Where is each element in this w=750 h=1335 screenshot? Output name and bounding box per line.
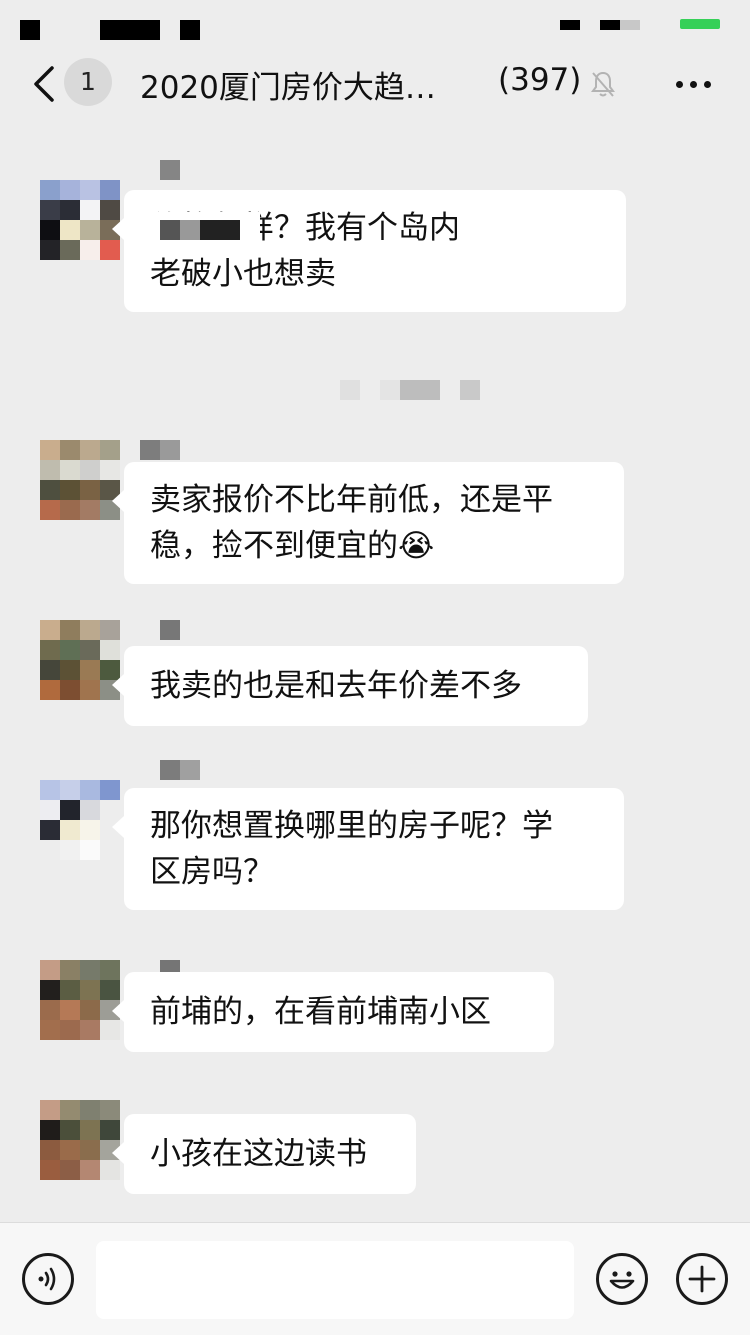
message-bubble[interactable]: 小孩在这边读书 — [112, 1114, 416, 1194]
redacted-text — [160, 220, 240, 240]
plus-icon[interactable] — [676, 1253, 728, 1305]
bell-muted-icon — [591, 71, 615, 97]
message-text: 前埔的，在看前埔南小区 — [150, 994, 491, 1030]
input-bar — [0, 1222, 750, 1335]
voice-icon[interactable] — [22, 1253, 74, 1305]
status-indicator-icon — [560, 20, 580, 30]
signal-icon — [20, 20, 40, 40]
message-bubble[interactable]: 价格怎样？我有个岛内 老破小也想卖 — [112, 190, 626, 312]
message-bubble[interactable]: 前埔的，在看前埔南小区 — [112, 972, 554, 1052]
wifi-icon — [180, 20, 200, 40]
avatar[interactable] — [40, 440, 120, 520]
chat-title[interactable]: 2020厦门房价大趋… — [140, 62, 436, 107]
message-text: 小孩在这边读书 — [150, 1136, 367, 1172]
message-bubble[interactable]: 我卖的也是和去年价差不多 — [112, 646, 588, 726]
message-bubble[interactable]: 卖家报价不比年前低，还是平 稳，捡不到便宜的😭 — [112, 462, 624, 584]
message-text: 卖家报价不比年前低，还是平 稳，捡不到便宜的😭 — [150, 482, 553, 564]
avatar[interactable] — [40, 780, 120, 860]
status-indicator-icon — [620, 20, 640, 30]
battery-icon — [680, 19, 720, 29]
avatar[interactable] — [40, 960, 120, 1040]
sender-name-redacted — [160, 760, 200, 780]
carrier-redacted — [100, 20, 160, 40]
message-text: 那你想置换哪里的房子呢？学 区房吗？ — [150, 808, 553, 890]
message-bubble[interactable]: 那你想置换哪里的房子呢？学 区房吗？ — [112, 788, 624, 910]
sender-name-redacted — [160, 160, 180, 180]
message-text: 我卖的也是和去年价差不多 — [150, 668, 522, 704]
member-count: (397) — [498, 62, 582, 98]
avatar[interactable] — [40, 180, 120, 260]
emoji-icon[interactable] — [596, 1253, 648, 1305]
timestamp-redacted — [340, 380, 480, 400]
avatar[interactable] — [40, 620, 120, 700]
more-dots-icon[interactable] — [672, 70, 716, 98]
sender-name-redacted — [160, 620, 180, 640]
status-indicator-icon — [600, 20, 620, 30]
unread-badge[interactable]: 1 — [64, 58, 112, 106]
chevron-left-icon[interactable] — [28, 62, 68, 106]
message-input[interactable] — [96, 1241, 574, 1319]
sender-name-redacted — [140, 440, 180, 460]
chat-header: 1 2020厦门房价大趋… (397) — [0, 40, 750, 128]
avatar[interactable] — [40, 1100, 120, 1180]
